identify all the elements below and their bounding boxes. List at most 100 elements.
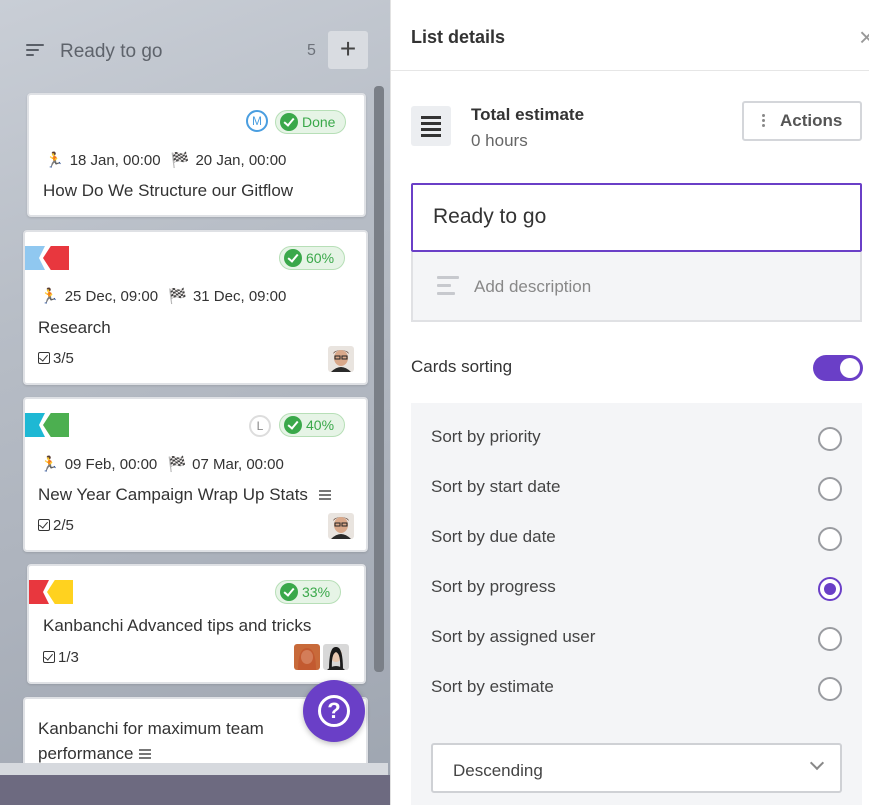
checklist-count: 2/5 [38, 517, 74, 534]
due-date-icon: 🏁 [168, 288, 187, 305]
due-date-icon: 🏁 [167, 456, 187, 473]
sort-option-label: Sort by start date [431, 477, 561, 496]
avatar[interactable] [328, 513, 354, 539]
actions-label: Actions [780, 111, 843, 130]
progress-text: 60% [306, 250, 335, 266]
start-date: 18 Jan, 00:00 [69, 152, 161, 169]
tag-color-icon [25, 413, 45, 437]
list-header: Ready to go 5 + [0, 28, 390, 76]
card-title: New Year Campaign Wrap Up Stats [38, 485, 331, 505]
card[interactable]: 33% Kanbanchi Advanced tips and tricks 1… [27, 564, 366, 684]
progress-badge: 40% [279, 413, 346, 437]
check-circle-icon [284, 249, 302, 267]
sort-option-label: Sort by due date [431, 527, 556, 546]
radio-button[interactable] [818, 527, 842, 551]
checklist-text: 1/3 [58, 649, 79, 666]
radio-button[interactable] [818, 677, 842, 701]
add-card-button[interactable]: + [328, 31, 368, 69]
card-dates: 🏃 09 Feb, 00:00 🏁 07 Mar, 00:00 [40, 455, 290, 473]
cards-sorting-label: Cards sorting [411, 357, 513, 376]
radio-button[interactable] [818, 627, 842, 651]
checklist-icon [38, 519, 50, 531]
due-date: 20 Jan, 00:00 [195, 152, 287, 169]
list-icon [411, 106, 451, 146]
horizontal-scrollbar[interactable] [0, 763, 388, 775]
card-title-text: New Year Campaign Wrap Up Stats [38, 485, 308, 504]
sort-option-label: Sort by progress [431, 577, 556, 596]
sort-option-assigned-user[interactable]: Sort by assigned user [411, 613, 862, 663]
checklist-text: 2/5 [53, 517, 74, 534]
sort-option-estimate[interactable]: Sort by estimate [411, 663, 862, 713]
start-date: 09 Feb, 00:00 [64, 456, 158, 473]
radio-button-selected[interactable] [818, 577, 842, 601]
avatar[interactable] [294, 644, 320, 670]
radio-button[interactable] [818, 477, 842, 501]
description-placeholder: Add description [474, 277, 592, 296]
start-date-icon: 🏃 [45, 152, 64, 169]
actions-button[interactable]: Actions [742, 101, 862, 141]
avatar[interactable] [328, 346, 354, 372]
check-circle-icon [284, 416, 302, 434]
kanban-board: Ready to go 5 + M Done 🏃 18 Jan, 00:00 🏁 2… [0, 0, 390, 805]
kebab-icon [762, 114, 765, 129]
card-dates: 🏃 25 Dec, 09:00 🏁 31 Dec, 09:00 [40, 287, 292, 305]
vertical-scrollbar[interactable] [374, 86, 384, 672]
description-field[interactable]: Add description [411, 252, 862, 322]
estimate-value: 0 hours [471, 131, 528, 150]
description-icon [139, 749, 152, 759]
status-text: Done [302, 114, 336, 130]
sort-order-select[interactable]: Descending [431, 743, 842, 793]
card[interactable]: 60% 🏃 25 Dec, 09:00 🏁 31 Dec, 09:00 Resear… [23, 230, 368, 385]
card-title: How Do We Structure our Gitflow [43, 181, 294, 200]
help-button[interactable]: ? [303, 680, 365, 742]
assignee-ring-icon: M [246, 110, 268, 132]
sort-option-label: Sort by estimate [431, 677, 554, 696]
assignee-ring-icon: L [249, 415, 271, 437]
board-footer [0, 775, 390, 805]
check-circle-icon [280, 583, 298, 601]
tag-color-icon [25, 246, 45, 270]
progress-badge: 60% [279, 246, 346, 270]
cards-sorting-toggle[interactable] [813, 355, 863, 381]
avatar[interactable] [323, 644, 349, 670]
due-date: 31 Dec, 09:00 [192, 288, 287, 305]
list-name-input[interactable]: Ready to go [411, 183, 862, 252]
start-date-icon: 🏃 [40, 456, 59, 473]
card-title: Kanbanchi Advanced tips and tricks [43, 616, 312, 635]
due-date-icon: 🏁 [170, 152, 190, 169]
checklist-icon [38, 352, 50, 364]
sort-option-priority[interactable]: Sort by priority [411, 413, 862, 463]
checklist-count: 1/3 [43, 649, 79, 666]
start-date: 25 Dec, 09:00 [64, 288, 159, 305]
tag-color-icon [47, 580, 73, 604]
start-date-icon: 🏃 [40, 288, 59, 305]
panel-title: List details [411, 27, 506, 47]
radio-button[interactable] [818, 427, 842, 451]
sort-option-label: Sort by assigned user [431, 627, 596, 646]
list-details-panel: List details × Total estimate 0 hours Ac… [390, 0, 869, 805]
list-title[interactable]: Ready to go [60, 41, 162, 63]
sort-icon[interactable] [26, 44, 44, 58]
card-title-text: performance [38, 744, 134, 763]
card[interactable]: M Done 🏃 18 Jan, 00:00 🏁 20 Jan, 00:00 How… [27, 93, 366, 217]
due-date: 07 Mar, 00:00 [192, 456, 284, 473]
panel-header: List details × [391, 0, 869, 71]
progress-text: 40% [306, 417, 335, 433]
tag-color-icon [43, 246, 69, 270]
checklist-text: 3/5 [53, 350, 74, 367]
card-title: Research [38, 318, 111, 337]
card-dates: 🏃 18 Jan, 00:00 🏁 20 Jan, 00:00 [45, 151, 292, 169]
check-circle-icon [280, 113, 298, 131]
progress-badge: 33% [275, 580, 342, 604]
tag-color-icon [43, 413, 69, 437]
checklist-count: 3/5 [38, 350, 74, 367]
question-icon: ? [318, 695, 350, 727]
sort-option-label: Sort by priority [431, 427, 541, 446]
card[interactable]: L 40% 🏃 09 Feb, 00:00 🏁 07 Mar, 00:00 New … [23, 397, 368, 552]
sort-option-due-date[interactable]: Sort by due date [411, 513, 862, 563]
sort-option-progress[interactable]: Sort by progress [411, 563, 862, 613]
chevron-down-icon [809, 755, 825, 771]
sort-option-start-date[interactable]: Sort by start date [411, 463, 862, 513]
close-icon[interactable]: × [859, 22, 869, 53]
description-icon [318, 490, 331, 500]
